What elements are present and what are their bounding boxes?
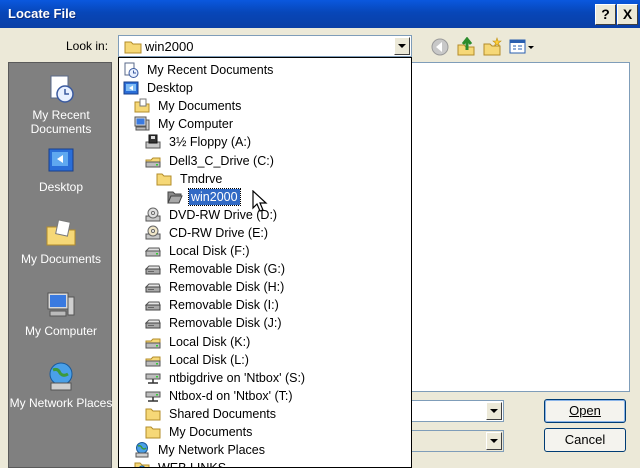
dvd-drive-icon — [145, 207, 161, 222]
dropdown-item-label: win2000 — [188, 187, 241, 206]
disk-icon — [145, 247, 161, 257]
views-menu-icon[interactable] — [508, 37, 536, 57]
place-label: My Network Places — [9, 396, 113, 410]
look-in-combo[interactable]: win2000 — [118, 35, 412, 57]
place-my-network-places[interactable]: My Network Places — [9, 361, 113, 410]
place-my-computer[interactable]: My Computer — [9, 289, 113, 338]
place-my-recent-documents[interactable]: My Recent Documents — [9, 73, 113, 136]
removable-disk-icon — [145, 301, 161, 311]
help-button[interactable]: ? — [595, 4, 616, 25]
file-name-dropdown-arrow[interactable] — [486, 402, 502, 420]
removable-disk-icon — [145, 283, 161, 293]
hard-drive-icon — [145, 338, 161, 348]
folder-icon — [145, 408, 161, 421]
look-in-label: Look in: — [66, 39, 109, 53]
file-name-combo[interactable] — [410, 400, 504, 422]
up-folder-icon[interactable] — [456, 37, 476, 57]
hard-drive-icon — [145, 356, 161, 367]
file-type-combo[interactable] — [410, 430, 504, 452]
cancel-button[interactable]: Cancel — [544, 428, 626, 452]
dropdown-item-label: My Computer — [158, 117, 234, 132]
desktop-icon — [123, 81, 139, 95]
file-type-dropdown-arrow[interactable] — [486, 432, 502, 450]
close-button[interactable]: X — [617, 4, 638, 25]
dropdown-item-label: Tmdrve — [180, 171, 223, 186]
my-documents-icon — [46, 219, 76, 246]
dropdown-item-label: Shared Documents — [169, 406, 277, 421]
hard-drive-icon — [145, 157, 161, 167]
open-button[interactable]: Open — [544, 399, 626, 423]
web-links-icon — [134, 462, 150, 467]
help-icon: ? — [601, 6, 610, 22]
dropdown-item-label: My Documents — [169, 425, 253, 439]
dropdown-item-label: CD-RW Drive (E:) — [169, 225, 269, 240]
folder-icon — [145, 426, 161, 439]
dropdown-item-label: Local Disk (F:) — [169, 244, 250, 258]
folder-documents-icon — [134, 98, 150, 113]
back-icon[interactable] — [430, 37, 450, 57]
dropdown-item-label: Local Disk (K:) — [169, 334, 251, 349]
dropdown-item-label: Removable Disk (I:) — [169, 298, 279, 313]
dropdown-item-label: ntbigdrive on 'Ntbox' (S:) — [169, 370, 306, 385]
look-in-dropdown-arrow[interactable] — [394, 37, 410, 55]
title-bar[interactable]: Locate File ? X — [0, 0, 640, 28]
network-places-icon — [49, 362, 73, 391]
recent-documents-icon — [50, 75, 74, 103]
network-drive-icon — [145, 373, 161, 384]
look-in-dropdown-list[interactable]: My Recent Documents Desktop My Documents My… — [118, 57, 412, 468]
place-label: My Recent Documents — [30, 108, 92, 136]
recent-documents-icon — [124, 62, 139, 78]
dropdown-item-label: Local Disk (L:) — [169, 352, 249, 367]
floppy-drive-icon — [145, 134, 161, 149]
dropdown-item-label: Removable Disk (H:) — [169, 280, 285, 295]
open-button-label: Open — [569, 403, 601, 418]
my-computer-icon — [134, 116, 150, 131]
close-icon: X — [622, 6, 633, 22]
dropdown-item-label: Ntbox-d on 'Ntbox' (T:) — [169, 388, 293, 403]
place-label: My Documents — [20, 252, 102, 266]
new-folder-icon[interactable] — [482, 37, 502, 57]
mouse-cursor-icon — [252, 190, 268, 212]
network-places-icon — [135, 442, 149, 458]
cancel-button-label: Cancel — [564, 432, 606, 447]
place-label: Desktop — [38, 180, 84, 194]
dropdown-item-label: Desktop — [147, 81, 193, 96]
dropdown-item-label: Removable Disk (J:) — [169, 316, 282, 331]
dropdown-item-label: Dell3_C_Drive (C:) — [169, 153, 274, 168]
dropdown-item-label: WEB LINKS — [156, 460, 228, 467]
dropdown-item-label: My Recent Documents — [147, 63, 274, 77]
network-drive-icon — [145, 391, 161, 402]
dropdown-item-label: My Documents — [158, 99, 242, 114]
place-my-documents[interactable]: My Documents — [9, 217, 113, 266]
place-label: My Computer — [24, 324, 98, 338]
folder-open-icon — [167, 191, 183, 204]
removable-disk-icon — [145, 319, 161, 329]
folder-icon — [124, 41, 142, 54]
cd-drive-icon — [145, 225, 161, 240]
dropdown-item-label: 3½ Floppy (A:) — [169, 135, 251, 150]
places-bar: My Recent Documents Desktop My Documents… — [8, 62, 112, 468]
folder-icon — [156, 173, 172, 186]
dropdown-item-label: Removable Disk (G:) — [169, 262, 285, 277]
desktop-icon — [48, 148, 74, 172]
window-title: Locate File — [8, 6, 76, 21]
place-desktop[interactable]: Desktop — [9, 145, 113, 194]
look-in-value: win2000 — [145, 39, 194, 54]
dropdown-item-label: My Network Places — [158, 443, 265, 458]
my-computer-icon — [47, 292, 75, 317]
removable-disk-icon — [145, 265, 161, 275]
